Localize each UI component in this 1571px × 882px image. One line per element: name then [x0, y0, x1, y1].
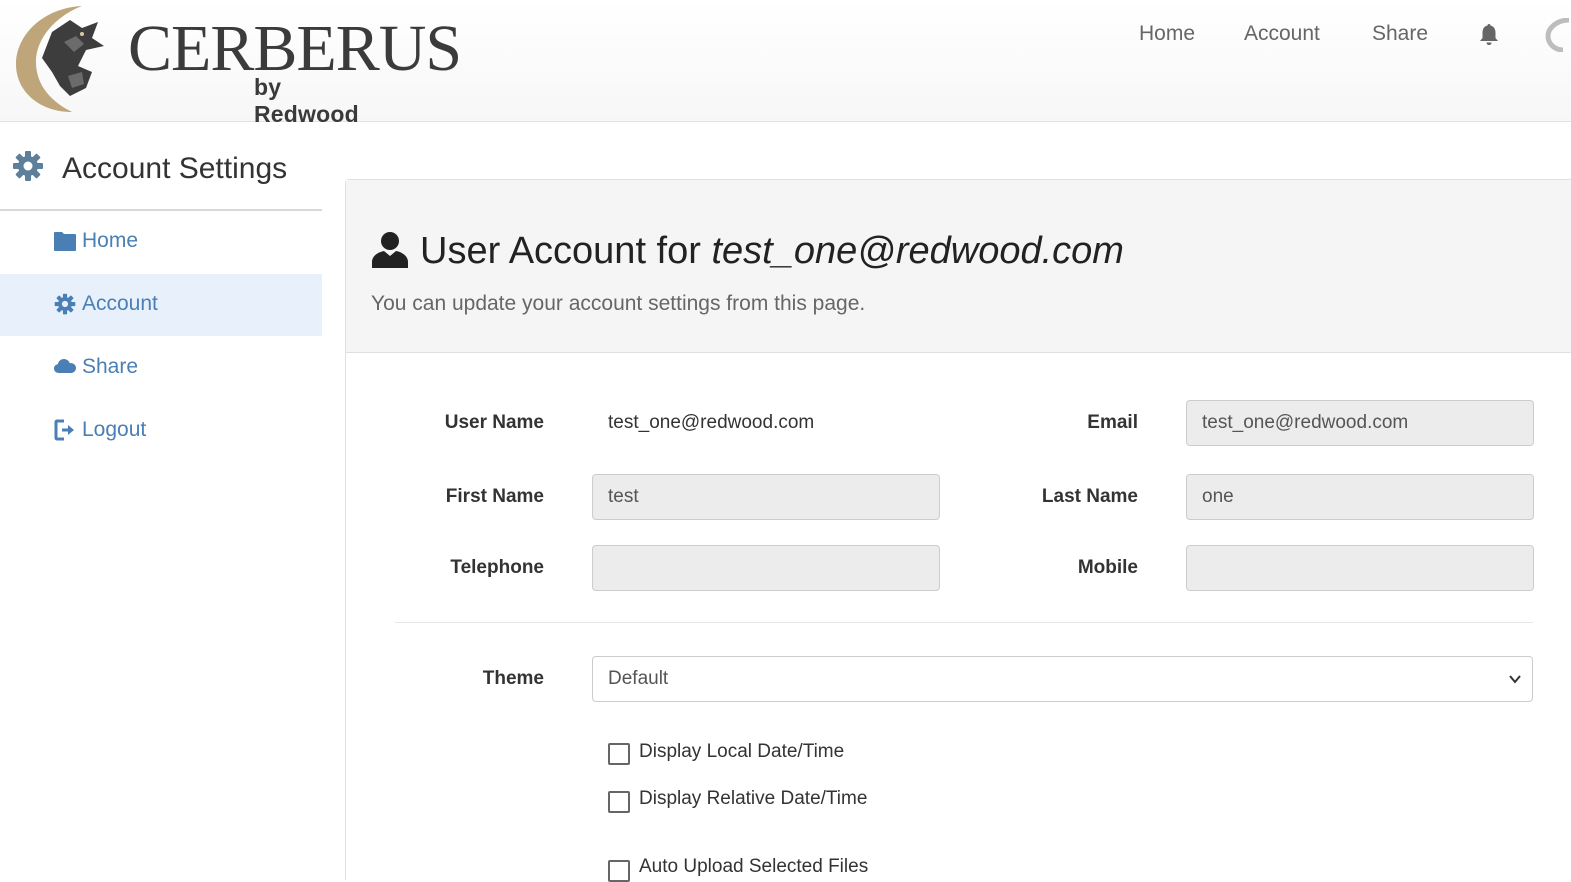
top-navbar: CERBERUS by Redwood Home Account Share [0, 0, 1571, 127]
username-value: test_one@redwood.com [608, 412, 815, 433]
sidebar-title: Account Settings [62, 152, 288, 185]
page-title-user: test_one@redwood.com [711, 230, 1124, 272]
sign-out-icon [54, 419, 74, 441]
user-circle-icon[interactable] [1545, 18, 1571, 52]
relative-datetime-checkbox[interactable] [608, 791, 630, 813]
theme-select-value: Default [608, 668, 669, 689]
form-divider [395, 622, 1533, 623]
sidebar-item-label: Home [82, 229, 139, 252]
auto-upload-checkbox[interactable] [608, 860, 630, 882]
chevron-down-icon [1509, 675, 1521, 684]
page-title-prefix: User Account for [420, 230, 712, 272]
nav-home[interactable]: Home [1139, 22, 1195, 50]
sidebar-item-logout[interactable]: Logout [0, 400, 322, 462]
folder-icon [54, 232, 76, 251]
sidebar-item-home[interactable]: Home [0, 211, 322, 273]
logo-wordmark: CERBERUS [128, 12, 462, 85]
email-field[interactable]: test_one@redwood.com [1186, 400, 1534, 446]
first-name-field[interactable]: test [592, 474, 940, 520]
telephone-field[interactable] [592, 545, 940, 591]
local-datetime-label[interactable]: Display Local Date/Time [639, 741, 844, 763]
theme-label: Theme [482, 668, 544, 689]
first-name-label: First Name [445, 486, 544, 507]
last-name-label: Last Name [1041, 486, 1138, 507]
cloud-icon [54, 359, 76, 373]
relative-datetime-label[interactable]: Display Relative Date/Time [639, 788, 867, 810]
logo[interactable]: CERBERUS by Redwood [12, 2, 462, 127]
sidebar-item-label: Logout [82, 418, 147, 441]
local-datetime-checkbox[interactable] [608, 743, 630, 765]
panel-header: User Account for test_one@redwood.com Yo… [346, 180, 1571, 353]
sidebar-item-account[interactable]: Account [0, 274, 322, 336]
last-name-field[interactable]: one [1186, 474, 1534, 520]
mobile-field[interactable] [1186, 545, 1534, 591]
user-icon [372, 232, 408, 268]
sidebar-item-share[interactable]: Share [0, 337, 322, 399]
gear-icon [54, 293, 76, 315]
sidebar-header: Account Settings [12, 150, 322, 190]
page-subtitle: You can update your account settings fro… [371, 292, 866, 315]
bell-icon[interactable] [1479, 23, 1499, 47]
logo-tagline: by Redwood [254, 74, 359, 127]
nav-account[interactable]: Account [1244, 22, 1320, 50]
auto-upload-label[interactable]: Auto Upload Selected Files [639, 856, 868, 878]
telephone-label: Telephone [450, 557, 544, 578]
email-label: Email [1087, 412, 1138, 433]
sidebar-item-label: Account [82, 292, 158, 315]
mobile-label: Mobile [1077, 557, 1138, 578]
nav-share[interactable]: Share [1372, 22, 1428, 50]
sidebar-item-label: Share [82, 355, 139, 378]
theme-select[interactable]: Default [592, 656, 1533, 702]
page-title: User Account for test_one@redwood.com [420, 230, 1124, 273]
cerberus-emblem-icon [16, 6, 104, 112]
username-label: User Name [444, 412, 544, 433]
gear-icon [13, 151, 43, 181]
account-panel: User Account for test_one@redwood.com Yo… [345, 179, 1571, 880]
